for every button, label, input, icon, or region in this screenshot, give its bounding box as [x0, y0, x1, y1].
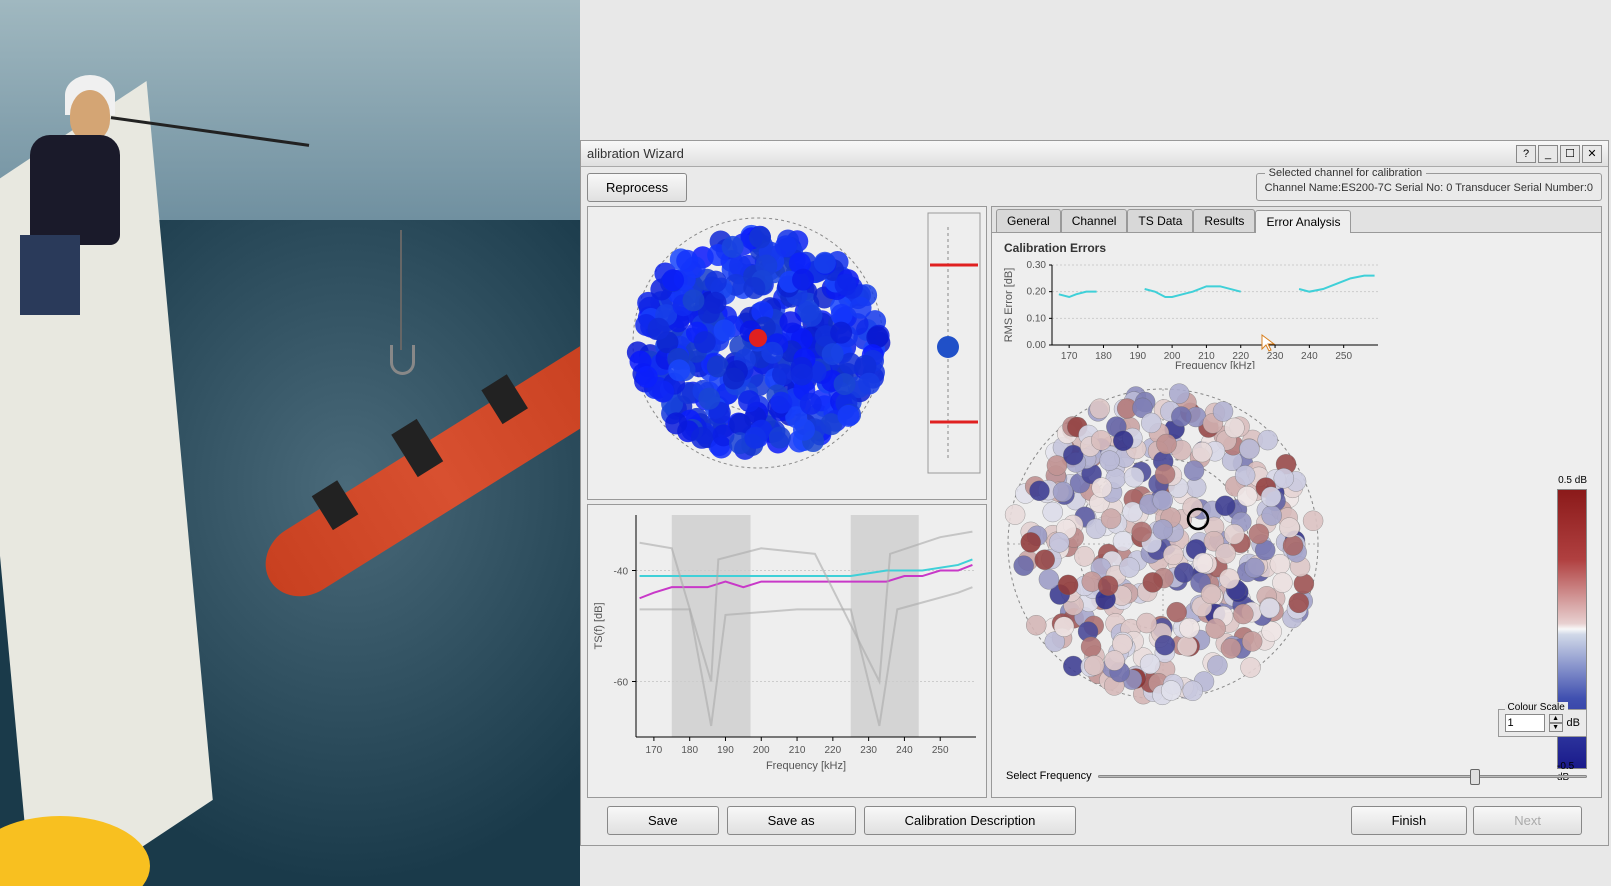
- crane-hook: [390, 345, 415, 375]
- window-title: alibration Wizard: [587, 146, 1516, 161]
- close-button[interactable]: ✕: [1582, 145, 1602, 163]
- selected-channel-legend: Selected channel for calibration: [1265, 167, 1426, 179]
- saveas-button[interactable]: Save as: [727, 806, 856, 835]
- person-with-rod: [10, 80, 130, 260]
- select-frequency-label: Select Frequency: [1006, 770, 1092, 782]
- finish-button[interactable]: Finish: [1351, 806, 1468, 835]
- tab-tsdata[interactable]: TS Data: [1127, 209, 1193, 232]
- next-button[interactable]: Next: [1473, 806, 1582, 835]
- tab-channel[interactable]: Channel: [1061, 209, 1128, 232]
- tab-results[interactable]: Results: [1193, 209, 1255, 232]
- rms-error-plot: 1701801902002102202302402500.000.100.200…: [998, 259, 1388, 369]
- colour-scale-up[interactable]: ▲: [1549, 714, 1563, 723]
- svg-text:240: 240: [896, 745, 913, 756]
- svg-text:Frequency [kHz]: Frequency [kHz]: [1175, 360, 1255, 369]
- colour-scale-legend: Colour Scale: [1505, 702, 1568, 713]
- svg-text:230: 230: [1267, 351, 1284, 362]
- svg-text:210: 210: [789, 745, 806, 756]
- orange-vessel: [252, 339, 580, 610]
- svg-text:190: 190: [1129, 351, 1146, 362]
- frequency-slider[interactable]: [1098, 767, 1587, 785]
- svg-text:0.10: 0.10: [1027, 313, 1047, 324]
- titlebar: alibration Wizard ? _ ☐ ✕: [581, 141, 1608, 167]
- svg-text:TS(f) [dB]: TS(f) [dB]: [593, 602, 605, 649]
- svg-text:RMS Error [dB]: RMS Error [dB]: [1003, 268, 1015, 343]
- svg-text:0.30: 0.30: [1027, 260, 1047, 271]
- svg-text:-60: -60: [614, 678, 629, 689]
- tabs-panel: General Channel TS Data Results Error An…: [991, 206, 1602, 798]
- selected-channel-box: Selected channel for calibration Channel…: [1256, 173, 1602, 201]
- errors-plot-title: Calibration Errors: [1004, 241, 1595, 255]
- svg-text:-40: -40: [614, 567, 629, 578]
- colorbar-top-label: 0.5 dB: [1558, 475, 1587, 486]
- svg-text:180: 180: [681, 745, 698, 756]
- colour-scale-input[interactable]: [1505, 714, 1545, 732]
- footer-buttons: Save Save as Calibration Description Fin…: [587, 802, 1602, 839]
- beam-pattern-plot: [587, 206, 987, 500]
- tabs-bar: General Channel TS Data Results Error An…: [992, 207, 1601, 233]
- svg-text:Frequency [kHz]: Frequency [kHz]: [766, 760, 846, 772]
- error-scatter-plot: [998, 369, 1378, 729]
- ts-frequency-plot: 170 180 190 200 210 220 230 240 250 -60 -40 Frequen…: [587, 504, 987, 798]
- svg-text:250: 250: [932, 745, 949, 756]
- selected-channel-text: Channel Name:ES200-7C Serial No: 0 Trans…: [1265, 182, 1593, 194]
- colour-scale-box: Colour Scale ▲ ▼ dB: [1498, 709, 1587, 737]
- svg-text:230: 230: [860, 745, 877, 756]
- colour-scale-down[interactable]: ▼: [1549, 723, 1563, 732]
- tab-general[interactable]: General: [996, 209, 1061, 232]
- svg-text:0.20: 0.20: [1027, 287, 1047, 298]
- svg-text:220: 220: [824, 745, 841, 756]
- svg-text:250: 250: [1335, 351, 1352, 362]
- calibration-wizard-window: alibration Wizard ? _ ☐ ✕ Reprocess Sele…: [580, 0, 1611, 886]
- minimize-button[interactable]: _: [1538, 145, 1558, 163]
- reprocess-button[interactable]: Reprocess: [587, 173, 687, 202]
- svg-text:190: 190: [717, 745, 734, 756]
- save-button[interactable]: Save: [607, 806, 719, 835]
- svg-text:170: 170: [646, 745, 663, 756]
- colour-scale-unit: dB: [1567, 717, 1580, 729]
- svg-text:0.00: 0.00: [1027, 340, 1047, 351]
- svg-text:200: 200: [753, 745, 770, 756]
- calibration-description-button[interactable]: Calibration Description: [864, 806, 1077, 835]
- crane-cable: [400, 230, 402, 350]
- svg-text:240: 240: [1301, 351, 1318, 362]
- svg-text:170: 170: [1061, 351, 1078, 362]
- tab-error-analysis[interactable]: Error Analysis: [1255, 210, 1351, 233]
- svg-text:180: 180: [1095, 351, 1112, 362]
- help-button[interactable]: ?: [1516, 145, 1536, 163]
- fjord-photo: [0, 0, 580, 886]
- maximize-button[interactable]: ☐: [1560, 145, 1580, 163]
